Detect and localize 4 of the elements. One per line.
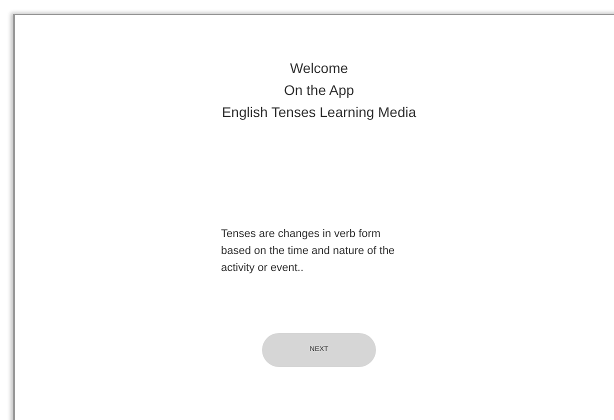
description-text: Tenses are changes in verb form based on the time and nature of the activity or event..: [221, 227, 396, 276]
welcome-heading: Welcome: [290, 59, 348, 78]
welcome-heading: On the App: [284, 81, 354, 100]
welcome-heading: English Tenses Learning Media: [222, 103, 416, 122]
